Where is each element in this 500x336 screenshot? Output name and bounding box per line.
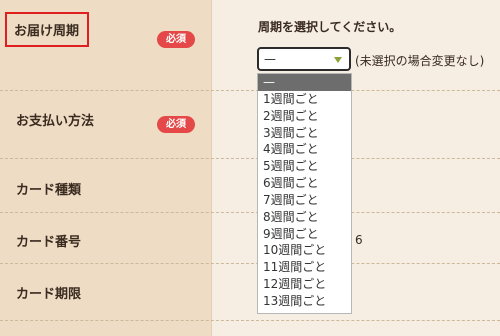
cycle-option[interactable]: 3週間ごと bbox=[258, 125, 351, 142]
row-divider bbox=[0, 158, 500, 159]
cycle-option[interactable]: 10週間ごと bbox=[258, 242, 351, 259]
cycle-dropdown-list[interactable]: — 1週間ごと 2週間ごと 3週間ごと 4週間ごと 5週間ごと 6週間ごと 7週… bbox=[257, 73, 352, 314]
row-divider bbox=[0, 263, 500, 264]
card-number-fragment: 6 bbox=[355, 233, 363, 247]
cycle-option[interactable]: 6週間ごと bbox=[258, 175, 351, 192]
card-number-label: カード番号 bbox=[16, 235, 82, 250]
input-column bbox=[212, 0, 500, 336]
column-divider bbox=[211, 0, 212, 336]
cycle-option[interactable]: 1週間ごと bbox=[258, 91, 351, 108]
cycle-option[interactable]: 2週間ごと bbox=[258, 108, 351, 125]
delivery-cycle-select[interactable]: — bbox=[257, 47, 351, 71]
cycle-option[interactable]: 12週間ごと bbox=[258, 276, 351, 293]
row-divider bbox=[0, 90, 500, 91]
cycle-option[interactable]: 7週間ごと bbox=[258, 192, 351, 209]
payment-method-label: お支払い方法 bbox=[16, 114, 95, 129]
select-value: — bbox=[264, 52, 276, 66]
required-badge: 必須 bbox=[157, 116, 195, 133]
required-badge: 必須 bbox=[157, 31, 195, 48]
cycle-option[interactable]: 9週間ごと bbox=[258, 226, 351, 243]
cycle-option[interactable]: 5週間ごと bbox=[258, 158, 351, 175]
card-type-label: カード種類 bbox=[16, 183, 82, 198]
cycle-note: (未選択の場合変更なし) bbox=[355, 54, 485, 68]
row-divider bbox=[0, 212, 500, 213]
cycle-prompt: 周期を選択してください。 bbox=[258, 20, 402, 34]
cycle-option[interactable]: 8週間ごと bbox=[258, 209, 351, 226]
cycle-option[interactable]: 13週間ごと bbox=[258, 293, 351, 310]
card-expiry-label: カード期限 bbox=[16, 287, 82, 302]
delivery-cycle-label: お届け周期 bbox=[5, 12, 90, 47]
cycle-option[interactable]: — bbox=[258, 74, 351, 91]
row-divider bbox=[0, 320, 500, 321]
cycle-option[interactable]: 4週間ごと bbox=[258, 141, 351, 158]
cycle-option[interactable]: 11週間ごと bbox=[258, 259, 351, 276]
chevron-down-icon bbox=[334, 57, 342, 63]
